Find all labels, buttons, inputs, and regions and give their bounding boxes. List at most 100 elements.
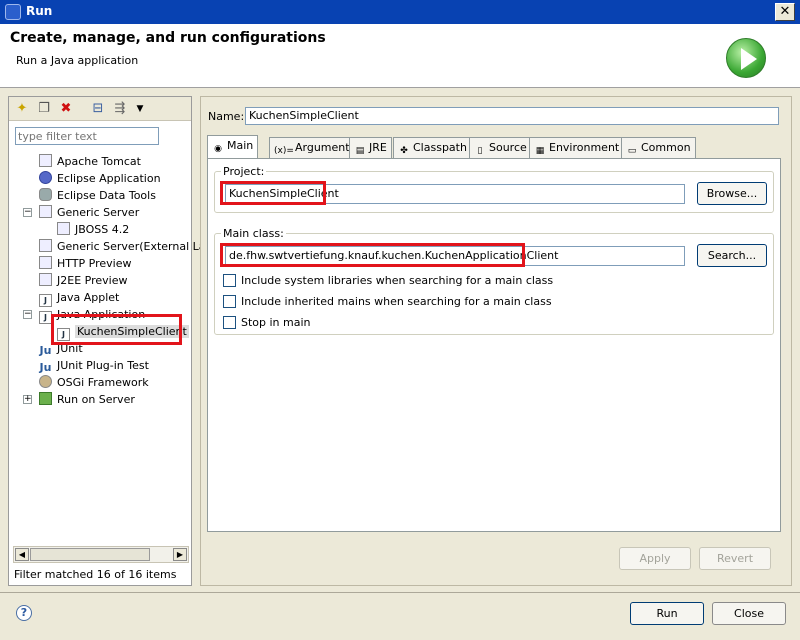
- highlight-box-main-class: [220, 243, 525, 267]
- tree-item[interactable]: J2EE Preview: [39, 272, 127, 289]
- config-icon: [39, 256, 52, 269]
- footer-separator: [0, 592, 800, 593]
- name-label: Name:: [208, 110, 245, 123]
- highlight-box-selected-config: [51, 314, 182, 345]
- checkbox-row[interactable]: Include system libraries when searching …: [223, 274, 553, 290]
- tree-item[interactable]: JBOSS 4.2: [57, 221, 129, 238]
- database-icon: [39, 188, 52, 201]
- window-title: Run: [26, 4, 53, 18]
- new-config-icon[interactable]: ✦: [13, 100, 31, 118]
- tab-label: Common: [641, 141, 691, 154]
- tree-item[interactable]: Eclipse Application: [39, 170, 161, 187]
- tree-item-label: Generic Server(External La: [57, 240, 206, 253]
- checkbox-label: Stop in main: [241, 316, 311, 329]
- tree-item-label: Apache Tomcat: [57, 155, 141, 168]
- scroll-thumb[interactable]: [30, 548, 150, 561]
- tree-item-label: Eclipse Application: [57, 172, 161, 185]
- dropdown-arrow-icon[interactable]: ▼: [131, 100, 149, 118]
- source-tab-icon: ▯: [477, 146, 483, 156]
- title-bar: Run ✕: [0, 0, 800, 24]
- arguments-tab-icon: (x)=: [274, 146, 294, 156]
- scroll-right-icon[interactable]: ▶: [173, 548, 187, 561]
- delete-icon[interactable]: ✖: [57, 100, 75, 118]
- tree-item-label: HTTP Preview: [57, 257, 132, 270]
- close-button[interactable]: Close: [712, 602, 786, 625]
- project-label: Project:: [221, 165, 267, 178]
- tree-item[interactable]: Eclipse Data Tools: [39, 187, 156, 204]
- checkbox-label: Include inherited mains when searching f…: [241, 295, 552, 308]
- checkbox-row[interactable]: Stop in main: [223, 316, 311, 332]
- tab-label: Environment: [549, 141, 620, 154]
- revert-button[interactable]: Revert: [699, 547, 771, 570]
- highlight-box-project: [220, 181, 326, 205]
- name-field[interactable]: KuchenSimpleClient: [245, 107, 779, 125]
- main-tab-icon: ◉: [214, 144, 222, 154]
- apply-button[interactable]: Apply: [619, 547, 691, 570]
- osgi-icon: [39, 375, 52, 388]
- search-button[interactable]: Search...: [697, 244, 767, 267]
- classpath-tab-icon: ✤: [400, 146, 408, 156]
- checkbox-label: Include system libraries when searching …: [241, 274, 554, 287]
- help-icon[interactable]: ?: [16, 605, 32, 621]
- tab-source[interactable]: ▯ Source: [469, 137, 532, 158]
- tree-item[interactable]: HTTP Preview: [39, 255, 131, 272]
- dialog-title: Create, manage, and run configurations: [10, 30, 326, 46]
- collapse-icon[interactable]: −: [23, 208, 32, 217]
- eclipse-app-icon: [39, 171, 52, 184]
- tree-item[interactable]: Generic Server: [39, 204, 139, 221]
- config-icon: [39, 239, 52, 252]
- tree-item-label: JUnit Plug-in Test: [57, 359, 149, 372]
- config-icon: [57, 222, 70, 235]
- tree-item[interactable]: Apache Tomcat: [39, 153, 141, 170]
- tab-environment[interactable]: ▦ Environment: [529, 137, 625, 158]
- filter-status: Filter matched 16 of 16 items: [14, 568, 177, 581]
- tree-item-label: Eclipse Data Tools: [57, 189, 156, 202]
- filter-icon[interactable]: ⇶: [111, 100, 129, 118]
- expand-icon[interactable]: +: [23, 395, 32, 404]
- tree-item[interactable]: Run on Server: [39, 391, 135, 408]
- config-icon: [39, 205, 52, 218]
- tree-item-label: J2EE Preview: [57, 274, 128, 287]
- checkbox[interactable]: [223, 274, 236, 287]
- tree-item-label: JBOSS 4.2: [75, 223, 130, 236]
- tab-label: Main: [227, 139, 254, 152]
- tab-main[interactable]: ◉ Main: [207, 135, 259, 160]
- tab-label: Classpath: [413, 141, 467, 154]
- main-class-label: Main class:: [221, 227, 286, 240]
- collapse-icon[interactable]: −: [23, 310, 32, 319]
- tab-jre[interactable]: ▤ JRE: [349, 137, 392, 158]
- duplicate-icon[interactable]: ❐: [35, 100, 53, 118]
- tab-label: Arguments: [295, 141, 356, 154]
- configuration-editor: Name: KuchenSimpleClient ◉ Main (x)=Argume…: [200, 96, 792, 586]
- run-banner-icon: [726, 38, 766, 78]
- run-button[interactable]: Run: [630, 602, 704, 625]
- browse-button[interactable]: Browse...: [697, 182, 767, 205]
- checkbox[interactable]: [223, 295, 236, 308]
- tree-item[interactable]: Generic Server(External La: [39, 238, 206, 255]
- tab-label: JRE: [369, 141, 387, 154]
- scroll-left-icon[interactable]: ◀: [15, 548, 29, 561]
- tree-item-label: Generic Server: [57, 206, 140, 219]
- window-close-button[interactable]: ✕: [775, 3, 795, 21]
- tree-horizontal-scrollbar[interactable]: ◀ ▶: [13, 546, 189, 563]
- configurations-panel: ✦ ❐ ✖ ⊟ ⇶ ▼ Apache Tomcat Eclipse Applica…: [8, 96, 206, 586]
- filter-input[interactable]: [15, 127, 159, 145]
- config-icon: [39, 273, 52, 286]
- tab-common[interactable]: ▭ Common: [621, 137, 696, 158]
- tab-classpath[interactable]: ✤ Classpath: [393, 137, 472, 158]
- tree-item[interactable]: OSGi Framework: [39, 374, 149, 391]
- main-tab-content: Project: KuchenSimpleClient Browse... Ma…: [207, 158, 781, 532]
- run-on-server-icon: [39, 392, 52, 405]
- tree-item[interactable]: Ju JUnit Plug-in Test: [39, 357, 149, 374]
- tree-item[interactable]: J Java Applet: [39, 289, 119, 307]
- checkbox-row[interactable]: Include inherited mains when searching f…: [223, 295, 552, 311]
- tab-label: Source: [489, 141, 527, 154]
- common-tab-icon: ▭: [627, 146, 637, 156]
- collapse-all-icon[interactable]: ⊟: [89, 100, 107, 118]
- config-tabs: ◉ Main (x)=Arguments ▤ JRE ✤ Classpath ▯ Source ▦…: [207, 135, 781, 160]
- dialog-header: Create, manage, and run configurations R…: [0, 24, 800, 88]
- configurations-toolbar: ✦ ❐ ✖ ⊟ ⇶ ▼: [9, 97, 191, 121]
- config-icon: [39, 154, 52, 167]
- checkbox[interactable]: [223, 316, 236, 329]
- tab-arguments[interactable]: (x)=Arguments: [269, 137, 361, 158]
